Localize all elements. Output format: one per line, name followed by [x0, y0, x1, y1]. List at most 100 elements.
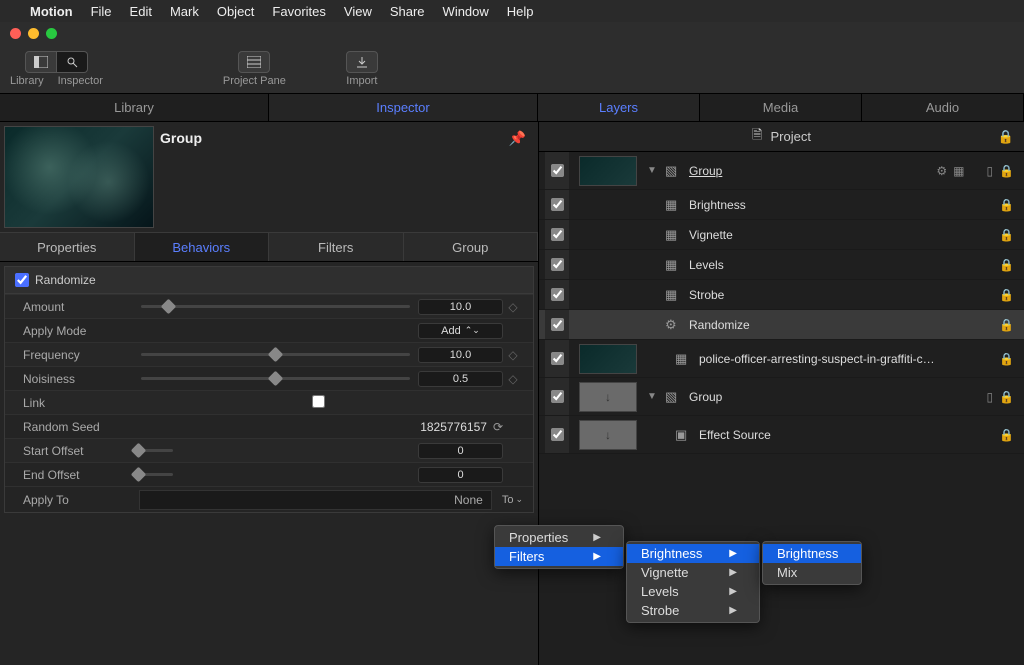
lock-icon[interactable]: 🔒 — [999, 288, 1014, 302]
project-header[interactable]: 🗎 Project 🔒 — [539, 122, 1024, 152]
minimize-button[interactable] — [28, 28, 39, 39]
layer-brightness[interactable]: ▦ Brightness 🔒 — [539, 190, 1024, 220]
layer-group2[interactable]: ↓ ▼ ▧ Group ▯🔒 — [539, 378, 1024, 416]
random-seed-value[interactable]: 1825776157 — [420, 420, 493, 434]
tab-layers[interactable]: Layers — [538, 94, 700, 121]
link-checkbox[interactable] — [312, 395, 325, 408]
inspector-toggle[interactable] — [57, 51, 88, 73]
ctx-strobe[interactable]: Strobe▶ — [627, 601, 759, 620]
layers-icon[interactable]: ▦ — [953, 164, 964, 178]
layer-name[interactable]: Group — [689, 390, 982, 404]
behavior-enable-checkbox[interactable] — [15, 273, 29, 287]
ctx-vignette[interactable]: Vignette▶ — [627, 563, 759, 582]
frequency-keyframe[interactable]: ◇ — [503, 348, 523, 362]
apply-to-field[interactable]: None — [139, 490, 492, 510]
frequency-slider[interactable] — [141, 353, 410, 356]
lock-icon[interactable]: 🔒 — [999, 164, 1014, 178]
tab-audio[interactable]: Audio — [862, 94, 1024, 121]
layer-cb[interactable] — [551, 428, 564, 441]
lock-icon[interactable]: 🔒 — [999, 258, 1014, 272]
layer-group[interactable]: ▼ ▧ Group ⚙ ▦ ▯ 🔒 — [539, 152, 1024, 190]
project-pane-button[interactable] — [238, 51, 270, 73]
layer-group-checkbox[interactable] — [551, 164, 564, 177]
amount-value[interactable]: 10.0 — [418, 299, 503, 315]
tab-media[interactable]: Media — [700, 94, 862, 121]
ctx-mix-param[interactable]: Mix — [763, 563, 861, 582]
subtab-filters[interactable]: Filters — [269, 233, 404, 261]
layer-name[interactable]: Effect Source — [699, 428, 995, 442]
mask-icon[interactable]: ▯ — [986, 390, 993, 404]
layer-clip[interactable]: ▦ police-officer-arresting-suspect-in-gr… — [539, 340, 1024, 378]
library-toggle[interactable] — [25, 51, 57, 73]
context-menu-1[interactable]: Properties▶ Filters▶ — [494, 525, 624, 569]
layer-name[interactable]: Randomize — [689, 318, 995, 332]
context-menu-3[interactable]: Brightness Mix — [762, 541, 862, 585]
menu-edit[interactable]: Edit — [130, 4, 152, 19]
layer-name[interactable]: police-officer-arresting-suspect-in-graf… — [699, 352, 995, 366]
regenerate-seed-icon[interactable]: ⟳ — [493, 420, 503, 434]
lock-icon[interactable]: 🔒 — [999, 198, 1014, 212]
layer-vignette[interactable]: ▦ Vignette 🔒 — [539, 220, 1024, 250]
ctx-brightness-param[interactable]: Brightness — [763, 544, 861, 563]
zoom-button[interactable] — [46, 28, 57, 39]
lock-icon[interactable]: 🔒 — [999, 352, 1014, 366]
pin-icon[interactable]: 📌 — [501, 126, 534, 151]
behavior-header[interactable]: Randomize — [4, 266, 534, 294]
app-name[interactable]: Motion — [30, 4, 73, 19]
menu-mark[interactable]: Mark — [170, 4, 199, 19]
ctx-properties[interactable]: Properties▶ — [495, 528, 623, 547]
menu-view[interactable]: View — [344, 4, 372, 19]
disclosure-icon[interactable]: ▼ — [647, 391, 661, 402]
layer-effect-source[interactable]: ↓ ▣ Effect Source 🔒 — [539, 416, 1024, 454]
frequency-value[interactable]: 10.0 — [418, 347, 503, 363]
layer-strobe[interactable]: ▦ Strobe 🔒 — [539, 280, 1024, 310]
layer-name[interactable]: Vignette — [689, 228, 995, 242]
ctx-levels[interactable]: Levels▶ — [627, 582, 759, 601]
disclosure-icon[interactable]: ▼ — [647, 165, 661, 176]
apply-to-dropdown[interactable]: To⌄ — [498, 494, 527, 506]
layer-name[interactable]: Strobe — [689, 288, 995, 302]
layer-cb[interactable] — [551, 288, 564, 301]
import-button[interactable] — [346, 51, 378, 73]
close-button[interactable] — [10, 28, 21, 39]
lock-icon[interactable]: 🔒 — [999, 228, 1014, 242]
apply-mode-dropdown[interactable]: Add⌃⌄ — [418, 323, 503, 339]
layer-cb[interactable] — [551, 390, 564, 403]
layer-name[interactable]: Brightness — [689, 198, 995, 212]
layer-cb[interactable] — [551, 258, 564, 271]
noisiness-slider[interactable] — [141, 377, 410, 380]
mask-icon[interactable]: ▯ — [986, 164, 993, 178]
menu-share[interactable]: Share — [390, 4, 425, 19]
layer-cb[interactable] — [551, 198, 564, 211]
ctx-brightness[interactable]: Brightness▶ — [627, 544, 759, 563]
lock-icon[interactable]: 🔒 — [998, 129, 1014, 145]
amount-keyframe[interactable]: ◇ — [503, 300, 523, 314]
menu-help[interactable]: Help — [507, 4, 534, 19]
layer-cb[interactable] — [551, 352, 564, 365]
layer-cb[interactable] — [551, 318, 564, 331]
lock-icon[interactable]: 🔒 — [999, 318, 1014, 332]
layer-cb[interactable] — [551, 228, 564, 241]
lock-icon[interactable]: 🔒 — [999, 390, 1014, 404]
layer-levels[interactable]: ▦ Levels 🔒 — [539, 250, 1024, 280]
layer-group-name[interactable]: Group — [689, 164, 932, 178]
context-menu-2[interactable]: Brightness▶ Vignette▶ Levels▶ Strobe▶ — [626, 541, 760, 623]
amount-slider[interactable] — [141, 305, 410, 308]
menu-window[interactable]: Window — [443, 4, 489, 19]
menu-object[interactable]: Object — [217, 4, 255, 19]
start-offset-slider[interactable] — [133, 449, 173, 452]
layer-name[interactable]: Levels — [689, 258, 995, 272]
subtab-group[interactable]: Group — [404, 233, 539, 261]
menu-file[interactable]: File — [91, 4, 112, 19]
subtab-behaviors[interactable]: Behaviors — [135, 233, 270, 261]
gear-icon[interactable]: ⚙ — [936, 164, 947, 178]
menu-favorites[interactable]: Favorites — [272, 4, 325, 19]
end-offset-slider[interactable] — [133, 473, 173, 476]
layer-randomize[interactable]: ⚙ Randomize 🔒 — [539, 310, 1024, 340]
ctx-filters[interactable]: Filters▶ — [495, 547, 623, 566]
noisiness-value[interactable]: 0.5 — [418, 371, 503, 387]
tab-library[interactable]: Library — [0, 94, 269, 121]
start-offset-value[interactable]: 0 — [418, 443, 503, 459]
end-offset-value[interactable]: 0 — [418, 467, 503, 483]
subtab-properties[interactable]: Properties — [0, 233, 135, 261]
